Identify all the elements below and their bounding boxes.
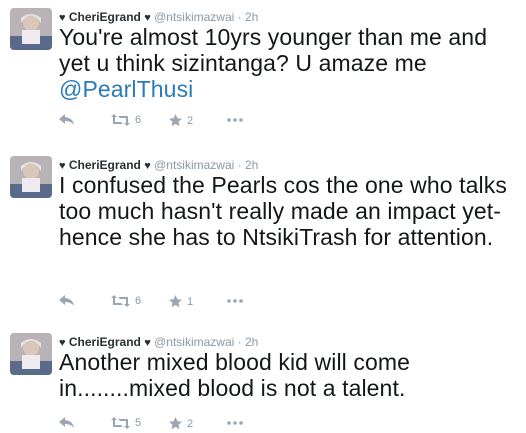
retweet-button[interactable]: 6 [111, 295, 141, 307]
retweet-button[interactable]: 6 [111, 114, 141, 126]
star-icon [169, 114, 182, 127]
tweet-text: I confused the Pearls cos the one who ta… [59, 172, 507, 250]
display-name[interactable]: CheriEgrand [69, 335, 141, 349]
favorite-count: 1 [187, 295, 194, 308]
reply-button[interactable] [59, 114, 75, 126]
retweet-icon [111, 417, 130, 429]
favorite-count: 2 [187, 114, 194, 127]
tweet: ♥ CheriEgrand ♥ @ntsikimazwai · 2h You'r… [0, 8, 526, 138]
more-button[interactable] [227, 299, 243, 303]
display-name[interactable]: CheriEgrand [69, 10, 141, 24]
favorite-button[interactable]: 1 [169, 295, 193, 308]
display-name[interactable]: CheriEgrand [69, 158, 141, 172]
avatar[interactable] [10, 156, 52, 198]
heart-icon: ♥ [59, 12, 66, 24]
star-icon [169, 295, 182, 308]
separator: · [237, 335, 242, 349]
tweet: ♥ CheriEgrand ♥ @ntsikimazwai · 2h Anoth… [0, 333, 526, 433]
tweet-header: ♥ CheriEgrand ♥ @ntsikimazwai · 2h [59, 10, 258, 25]
retweet-count: 6 [135, 295, 142, 307]
retweet-button[interactable]: 5 [111, 417, 141, 429]
retweet-count: 6 [135, 114, 142, 126]
reply-icon [59, 114, 74, 125]
retweet-icon [111, 114, 130, 126]
heart-icon: ♥ [59, 160, 66, 172]
separator: · [237, 158, 242, 172]
timestamp[interactable]: 2h [245, 335, 258, 349]
avatar[interactable] [10, 333, 52, 375]
more-button[interactable] [227, 118, 243, 122]
tweet: ♥ CheriEgrand ♥ @ntsikimazwai · 2h I con… [0, 156, 526, 316]
tweet-header: ♥ CheriEgrand ♥ @ntsikimazwai · 2h [59, 158, 258, 173]
timestamp[interactable]: 2h [245, 158, 258, 172]
retweet-icon [111, 295, 130, 307]
more-icon [227, 421, 243, 425]
heart-icon: ♥ [59, 337, 66, 349]
favorite-button[interactable]: 2 [169, 114, 193, 127]
separator: · [237, 10, 242, 24]
user-handle[interactable]: @ntsikimazwai [154, 335, 234, 349]
favorite-button[interactable]: 2 [169, 417, 193, 430]
heart-icon: ♥ [144, 12, 151, 24]
tweet-text: Another mixed blood kid will come in....… [59, 349, 411, 401]
tweet-header: ♥ CheriEgrand ♥ @ntsikimazwai · 2h [59, 335, 258, 350]
retweet-count: 5 [135, 417, 142, 429]
more-button[interactable] [227, 421, 243, 425]
more-icon [227, 118, 243, 122]
timestamp[interactable]: 2h [245, 10, 258, 24]
heart-icon: ♥ [144, 337, 151, 349]
star-icon [169, 417, 182, 430]
mention-link[interactable]: @PearlThusi [59, 76, 193, 102]
heart-icon: ♥ [144, 160, 151, 172]
reply-icon [59, 417, 74, 428]
tweet-text: You're almost 10yrs younger than me and … [59, 24, 509, 102]
avatar[interactable] [10, 8, 52, 50]
user-handle[interactable]: @ntsikimazwai [154, 158, 234, 172]
more-icon [227, 299, 243, 303]
reply-button[interactable] [59, 295, 75, 307]
tweet-body: You're almost 10yrs younger than me and … [59, 24, 488, 76]
favorite-count: 2 [187, 417, 194, 430]
user-handle[interactable]: @ntsikimazwai [154, 10, 234, 24]
reply-button[interactable] [59, 417, 75, 429]
reply-icon [59, 295, 74, 306]
